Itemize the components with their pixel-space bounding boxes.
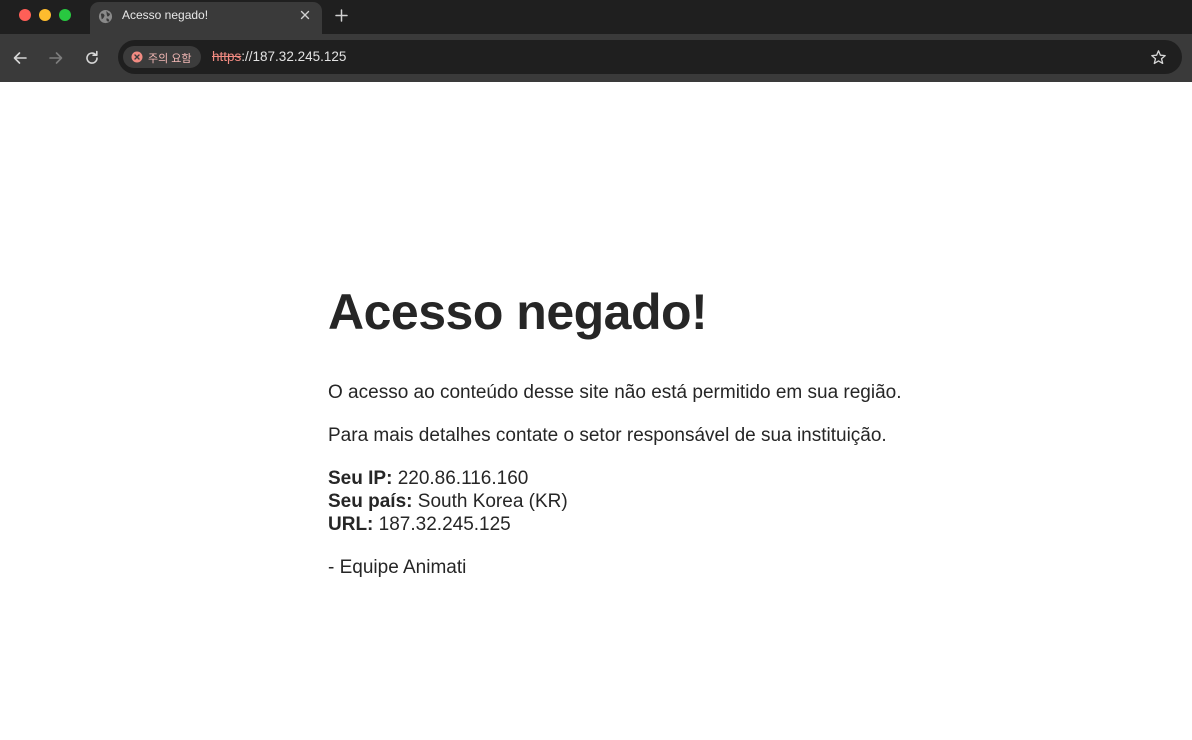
country-line: Seu país: South Korea (KR) bbox=[328, 490, 1088, 513]
security-warning-chip[interactable]: 주의 요함 bbox=[123, 46, 201, 68]
url-host: ://187.32.245.125 bbox=[241, 49, 347, 64]
minimize-window-button[interactable] bbox=[39, 9, 51, 21]
contact-message: Para mais detalhes contate o setor respo… bbox=[328, 425, 887, 446]
close-tab-icon[interactable] bbox=[298, 8, 312, 22]
page-title: Acesso negado! bbox=[328, 284, 708, 340]
back-icon[interactable] bbox=[11, 49, 29, 67]
url-line: URL: 187.32.245.125 bbox=[328, 513, 1088, 536]
forward-icon[interactable] bbox=[47, 49, 65, 67]
globe-icon bbox=[98, 9, 113, 24]
tab-strip: Acesso negado! bbox=[0, 0, 1192, 34]
close-window-button[interactable] bbox=[19, 9, 31, 21]
tab-title: Acesso negado! bbox=[122, 8, 209, 22]
warning-x-icon bbox=[131, 51, 143, 63]
maximize-window-button[interactable] bbox=[59, 9, 71, 21]
ip-label: Seu IP: bbox=[328, 468, 393, 489]
reload-icon[interactable] bbox=[83, 49, 101, 67]
url-label: URL: bbox=[328, 514, 374, 535]
ip-line: Seu IP: 220.86.116.160 bbox=[328, 467, 1088, 490]
address-bar[interactable]: 주의 요함 https://187.32.245.125 bbox=[118, 40, 1182, 74]
request-details: Seu IP: 220.86.116.160 Seu país: South K… bbox=[328, 467, 1088, 536]
access-message: O acesso ao conteúdo desse site não está… bbox=[328, 382, 902, 403]
url-text[interactable]: https://187.32.245.125 bbox=[212, 49, 346, 64]
url-scheme: https bbox=[212, 49, 242, 64]
country-label: Seu país: bbox=[328, 491, 413, 512]
security-chip-label: 주의 요함 bbox=[148, 53, 192, 65]
browser-toolbar: 주의 요함 https://187.32.245.125 bbox=[0, 34, 1192, 82]
ip-value: 220.86.116.160 bbox=[397, 468, 529, 489]
active-tab[interactable]: Acesso negado! bbox=[90, 2, 322, 34]
bookmark-star-icon[interactable] bbox=[1150, 49, 1167, 66]
new-tab-icon[interactable] bbox=[333, 7, 350, 24]
page-content: Acesso negado! O acesso ao conteúdo dess… bbox=[328, 285, 1088, 579]
url-value: 187.32.245.125 bbox=[378, 514, 511, 535]
signature: - Equipe Animati bbox=[328, 557, 467, 578]
country-value: South Korea (KR) bbox=[417, 491, 568, 512]
